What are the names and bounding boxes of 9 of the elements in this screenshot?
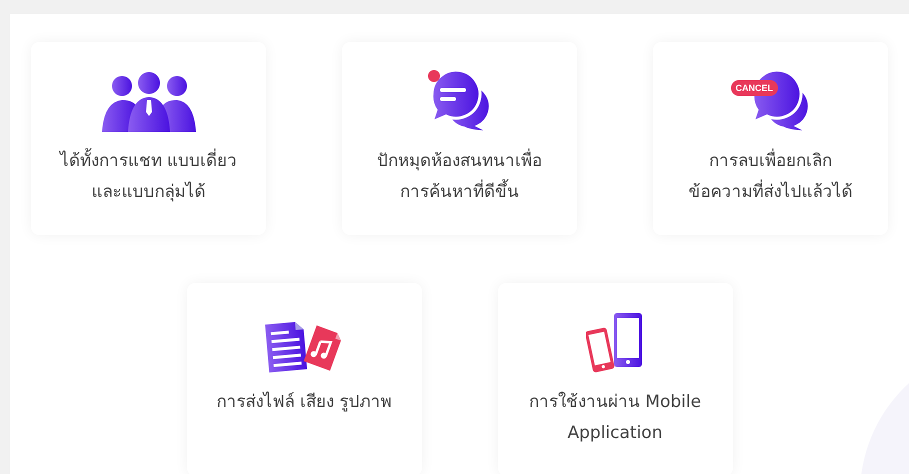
document-and-music-file-icon <box>265 319 343 373</box>
cancel-label: CANCEL <box>730 80 778 96</box>
feature-description: การลบเพื่อยกเลิก ข้อความที่ส่งไปแล้วได้ <box>688 146 852 208</box>
feature-description: การใช้งานผ่าน Mobile Application <box>528 390 702 445</box>
feature-description: การส่งไฟล์ เสียง รูปภาพ <box>216 390 392 414</box>
feature-description: ได้ทั้งการแชท แบบเดี่ยว และแบบกลุ่มได้ <box>60 146 238 208</box>
people-icon <box>100 72 198 132</box>
mobile-phones-icon <box>586 313 644 373</box>
feature-description: ปักหมุดห้องสนทนาเพื่อ การค้นหาที่ดีขึ้น <box>377 146 542 208</box>
